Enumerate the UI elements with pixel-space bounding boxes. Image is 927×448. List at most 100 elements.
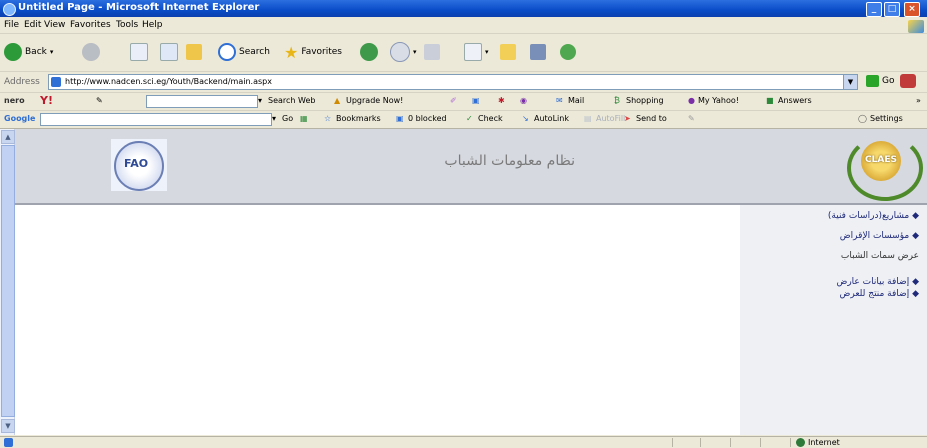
mail-icon bbox=[390, 42, 410, 62]
mail-button[interactable]: ▾ bbox=[390, 41, 417, 63]
scroll-down-icon[interactable]: ▼ bbox=[1, 419, 15, 433]
home-icon bbox=[186, 44, 202, 60]
research-button[interactable] bbox=[530, 41, 546, 63]
standard-toolbar: Back ▾ Search ★ Favorites ▾ ▾ bbox=[0, 34, 927, 72]
history-button[interactable] bbox=[360, 41, 378, 63]
nav-item-label: مشاريع(دراسات فنية) bbox=[827, 211, 910, 221]
google-search-input[interactable] bbox=[40, 113, 272, 126]
refresh-button[interactable] bbox=[160, 41, 178, 63]
status-bar: Internet bbox=[0, 436, 927, 448]
window-titlebar[interactable]: Untitled Page - Microsoft Internet Explo… bbox=[0, 0, 927, 17]
go-button[interactable]: Go bbox=[866, 75, 894, 87]
star-icon: ★ bbox=[284, 42, 299, 62]
nav-sidebar: ◆ مشاريع(دراسات فنية) ◆ مؤسسات الإقراض ع… bbox=[740, 205, 927, 435]
address-bar: Address http://www.nadcen.sci.eg/Youth/B… bbox=[0, 72, 927, 93]
forward-button[interactable] bbox=[82, 41, 100, 63]
crest-text: CLAES bbox=[865, 155, 897, 165]
home-button[interactable] bbox=[186, 41, 202, 63]
edit-icon bbox=[464, 43, 482, 61]
highlight-icon[interactable]: ✎ bbox=[688, 114, 695, 123]
maximize-button[interactable]: □ bbox=[884, 2, 900, 17]
close-button[interactable]: × bbox=[904, 2, 920, 17]
warning-icon: ▲ bbox=[334, 96, 341, 105]
answers-icon: ■ bbox=[766, 96, 774, 105]
go-arrow-icon bbox=[866, 75, 879, 87]
popup-blocker-icon: ▣ bbox=[396, 114, 404, 123]
site-header-banner: FAO نظام معلومات الشباب CLAES bbox=[15, 129, 927, 205]
search-button[interactable]: Search bbox=[218, 41, 270, 63]
print-button[interactable] bbox=[424, 41, 440, 63]
menu-edit[interactable]: Edit bbox=[24, 20, 41, 30]
favorites-label: Favorites bbox=[301, 47, 342, 57]
yahoo-logo-icon[interactable]: Y! bbox=[40, 94, 53, 107]
bookmarks-button[interactable]: Bookmarks bbox=[336, 114, 381, 123]
nav-item-projects[interactable]: ◆ مشاريع(دراسات فنية) bbox=[828, 211, 919, 221]
menu-tools[interactable]: Tools bbox=[116, 20, 138, 30]
menu-file[interactable]: File bbox=[4, 20, 19, 30]
messenger-button[interactable] bbox=[560, 41, 576, 63]
stop-icon bbox=[130, 43, 148, 61]
toolbar-grip-label: nero bbox=[4, 96, 25, 105]
status-separator bbox=[790, 438, 791, 447]
menu-favorites[interactable]: Favorites bbox=[70, 20, 111, 30]
mail-link[interactable]: Mail bbox=[568, 96, 584, 105]
yahoo-search-input[interactable] bbox=[146, 95, 258, 108]
scroll-thumb[interactable] bbox=[1, 145, 15, 417]
menu-bar: File Edit View Favorites Tools Help bbox=[0, 18, 927, 34]
favorites-button[interactable]: ★ Favorites bbox=[284, 41, 342, 63]
shopping-icon: ₿ bbox=[614, 96, 620, 105]
search-icon bbox=[218, 43, 236, 61]
send-to-button[interactable]: Send to bbox=[636, 114, 667, 123]
stop-button[interactable] bbox=[130, 41, 148, 63]
nav-item-add-exhibitor[interactable]: ◆ إضافة بيانات عارض bbox=[836, 277, 919, 287]
nav-item-label: مؤسسات الإقراض bbox=[839, 231, 910, 241]
scroll-up-icon[interactable]: ▲ bbox=[1, 130, 15, 144]
claes-crest-logo: CLAES bbox=[847, 135, 923, 201]
bookmark-icon[interactable]: ✱ bbox=[498, 96, 505, 105]
popup-blocked-button[interactable]: 0 blocked bbox=[408, 114, 447, 123]
nav-item-add-product[interactable]: ◆ إضافة منتج للعرض bbox=[839, 289, 919, 299]
chevron-down-icon[interactable]: ▾ bbox=[258, 96, 262, 105]
check-button[interactable]: Check bbox=[478, 114, 503, 123]
highlighter-icon[interactable]: ✐ bbox=[450, 96, 457, 105]
address-input[interactable]: http://www.nadcen.sci.eg/Youth/Backend/m… bbox=[48, 74, 858, 90]
answers-link[interactable]: Answers bbox=[778, 96, 812, 105]
nav-item-label: إضافة بيانات عارض bbox=[836, 277, 910, 287]
vertical-scrollbar[interactable]: ▲ ▼ bbox=[0, 129, 15, 435]
edit-button[interactable]: ▾ bbox=[464, 41, 489, 63]
chevron-down-icon[interactable]: ▼ bbox=[843, 75, 857, 89]
page-status-icon bbox=[4, 438, 13, 447]
folder-icon bbox=[500, 44, 516, 60]
my-yahoo-link[interactable]: My Yahoo! bbox=[698, 96, 739, 105]
minimize-button[interactable]: _ bbox=[866, 2, 882, 17]
shopping-link[interactable]: Shopping bbox=[626, 96, 664, 105]
autolink-button[interactable]: AutoLink bbox=[534, 114, 569, 123]
star-icon: ☆ bbox=[324, 114, 332, 123]
print-icon bbox=[424, 44, 440, 60]
settings-button[interactable]: Settings bbox=[870, 114, 903, 123]
messenger-icon[interactable]: ◉ bbox=[520, 96, 527, 105]
folder-button[interactable] bbox=[500, 41, 516, 63]
search-web-button[interactable]: Search Web bbox=[268, 96, 315, 105]
chevron-down-icon: ▾ bbox=[485, 48, 489, 56]
back-button[interactable]: Back ▾ bbox=[4, 41, 53, 63]
menu-help[interactable]: Help bbox=[142, 20, 163, 30]
autofill-button[interactable]: AutoFill bbox=[596, 114, 625, 123]
google-logo[interactable]: Google bbox=[4, 114, 35, 123]
google-go-button[interactable]: Go bbox=[282, 114, 293, 123]
window-icon[interactable]: ▣ bbox=[472, 96, 480, 105]
pencil-icon[interactable]: ✎ bbox=[96, 96, 103, 105]
nav-item-youth-traits[interactable]: عرض سمات الشباب bbox=[841, 251, 919, 261]
nav-item-lenders[interactable]: ◆ مؤسسات الإقراض bbox=[840, 231, 919, 241]
chevron-down-icon[interactable]: ▾ bbox=[272, 114, 276, 123]
links-icon[interactable] bbox=[900, 74, 916, 88]
upgrade-now-link[interactable]: Upgrade Now! bbox=[346, 96, 403, 105]
my-yahoo-icon: ● bbox=[688, 96, 695, 105]
more-chevron-icon[interactable]: » bbox=[916, 96, 921, 105]
spellcheck-icon: ✓ bbox=[466, 114, 473, 123]
autofill-icon: ▤ bbox=[584, 114, 592, 123]
status-separator bbox=[730, 438, 731, 447]
menu-view[interactable]: View bbox=[44, 20, 65, 30]
send-icon: ➤ bbox=[624, 114, 631, 123]
go-label: Go bbox=[882, 76, 895, 86]
